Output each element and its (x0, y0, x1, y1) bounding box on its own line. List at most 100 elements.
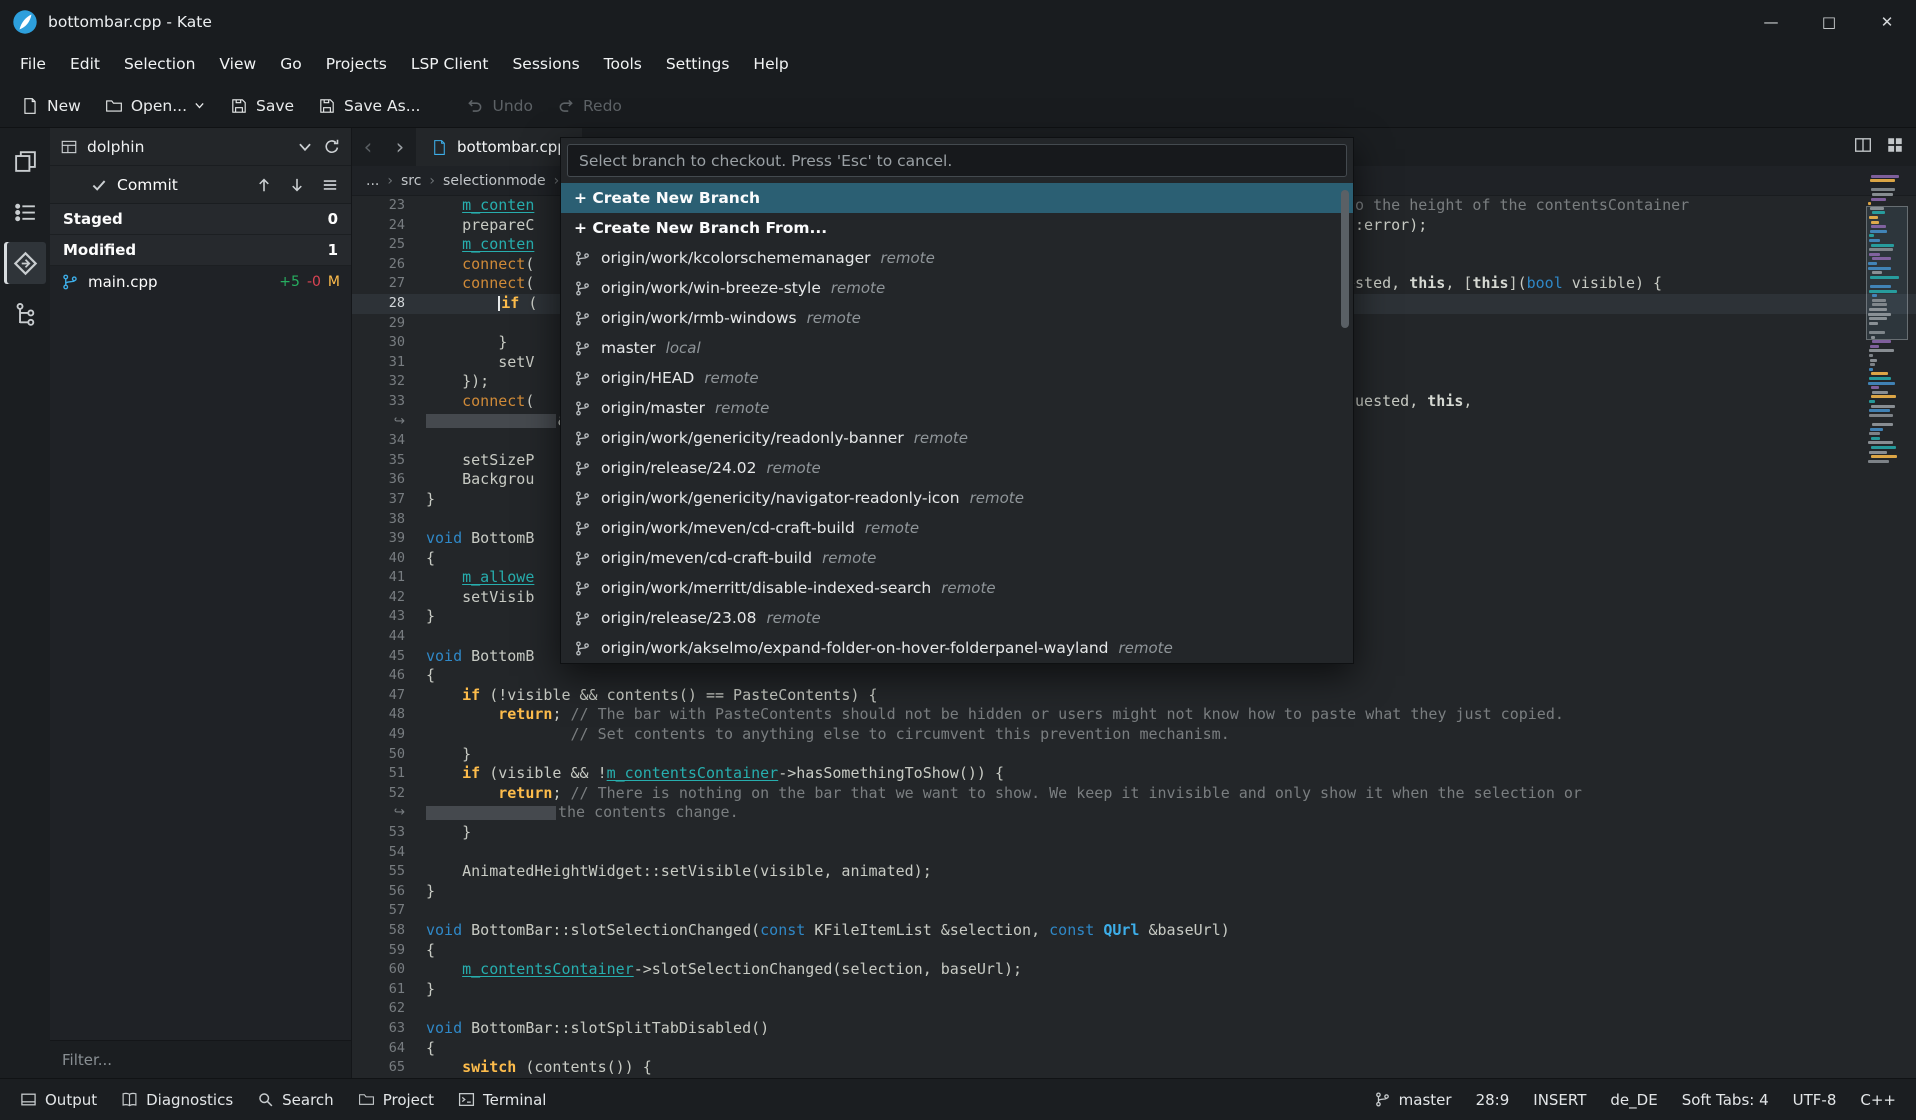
sidebar-tool-git[interactable] (4, 242, 46, 284)
code-line[interactable]: ↪the contents change. (352, 803, 1916, 823)
filter-input[interactable] (62, 1051, 339, 1069)
menu-tools[interactable]: Tools (592, 44, 654, 84)
menu-sessions[interactable]: Sessions (500, 44, 591, 84)
branch-item[interactable]: origin/work/akselmo/expand-folder-on-hov… (561, 633, 1353, 663)
branch-item[interactable]: origin/work/genericity/readonly-bannerre… (561, 423, 1353, 453)
statusbar-project[interactable]: Project (346, 1079, 446, 1120)
menu-settings[interactable]: Settings (654, 44, 742, 84)
open-button[interactable]: Open... (94, 90, 217, 122)
git-push-icon[interactable] (255, 176, 273, 194)
code-line[interactable]: 46{ (352, 666, 1916, 686)
branch-item[interactable]: origin/work/win-breeze-styleremote (561, 273, 1353, 303)
commit-button[interactable]: Commit (90, 176, 178, 194)
maximize-button[interactable]: □ (1800, 0, 1858, 44)
code-line[interactable]: 57 (352, 901, 1916, 921)
close-button[interactable]: ✕ (1858, 0, 1916, 44)
sidebar-tool-filesystem[interactable] (4, 293, 46, 335)
undo-button[interactable]: Undo (455, 90, 544, 122)
branch-item[interactable]: origin/work/merritt/disable-indexed-sear… (561, 573, 1353, 603)
code-line[interactable]: 60 m_contentsContainer->slotSelectionCha… (352, 960, 1916, 980)
statusbar-encoding[interactable]: UTF-8 (1781, 1091, 1849, 1109)
sidebar-tool-symbols[interactable] (4, 191, 46, 233)
code-line[interactable]: 47 if (!visible && contents() == PasteCo… (352, 686, 1916, 706)
code-line[interactable]: 61} (352, 980, 1916, 1000)
menu-selection[interactable]: Selection (112, 44, 207, 84)
code-line[interactable]: 62 (352, 999, 1916, 1019)
menu-file[interactable]: File (8, 44, 58, 84)
branch-item[interactable]: origin/work/kcolorschememanagerremote (561, 243, 1353, 273)
branch-item[interactable]: masterlocal (561, 333, 1353, 363)
sidebar-tool-documents[interactable] (4, 140, 46, 182)
code-line[interactable]: 52 return; // There is nothing on the ba… (352, 784, 1916, 804)
menu-projects[interactable]: Projects (314, 44, 399, 84)
breadcrumb-item[interactable]: src (401, 173, 421, 189)
git-pull-icon[interactable] (288, 176, 306, 194)
statusbar-terminal[interactable]: Terminal (446, 1079, 558, 1120)
modified-file-row[interactable]: main.cpp +5 -0 M (50, 266, 351, 297)
code-line[interactable]: 59{ (352, 941, 1916, 961)
git-branch-icon (574, 550, 591, 567)
statusbar-git-branch[interactable]: master (1362, 1091, 1464, 1109)
menu-help[interactable]: Help (741, 44, 800, 84)
code-line[interactable]: 50 } (352, 745, 1916, 765)
code-line[interactable]: 55 AnimatedHeightWidget::setVisible(visi… (352, 862, 1916, 882)
minimize-button[interactable]: — (1742, 0, 1800, 44)
branch-item[interactable]: origin/work/genericity/navigator-readonl… (561, 483, 1353, 513)
code-line[interactable]: 48 return; // The bar with PasteContents… (352, 705, 1916, 725)
statusbar-cursor-position[interactable]: 28:9 (1464, 1091, 1522, 1109)
code-line[interactable]: 63void BottomBar::slotSplitTabDisabled() (352, 1019, 1916, 1039)
menu-view[interactable]: View (207, 44, 268, 84)
statusbar-highlight-mode[interactable]: C++ (1848, 1091, 1908, 1109)
branch-item[interactable]: origin/meven/cd-craft-buildremote (561, 543, 1353, 573)
git-menu-icon[interactable] (321, 176, 339, 194)
code-line[interactable]: 64{ (352, 1039, 1916, 1059)
code-line[interactable]: 53 } (352, 823, 1916, 843)
menu-go[interactable]: Go (268, 44, 314, 84)
branch-item[interactable]: origin/work/rmb-windowsremote (561, 303, 1353, 333)
tab-bottombar[interactable]: bottombar.cpp (416, 128, 582, 166)
redo-button[interactable]: Redo (546, 90, 633, 122)
statusbar-search[interactable]: Search (245, 1079, 346, 1120)
refresh-icon[interactable] (323, 138, 341, 156)
history-forward-button[interactable]: › (384, 128, 416, 166)
branch-action-item[interactable]: + Create New Branch (561, 183, 1353, 213)
menu-edit[interactable]: Edit (58, 44, 112, 84)
branch-item[interactable]: origin/release/24.02remote (561, 453, 1353, 483)
breadcrumb-item[interactable]: selectionmode (443, 173, 546, 189)
branch-scope-tag: remote (715, 399, 769, 417)
save-as-button[interactable]: Save As... (307, 90, 431, 122)
statusbar-diagnostics[interactable]: Diagnostics (109, 1079, 245, 1120)
minimap-line (1868, 460, 1889, 463)
branch-item[interactable]: origin/HEADremote (561, 363, 1353, 393)
line-number: 57 (352, 901, 416, 921)
split-view-button[interactable] (1854, 136, 1872, 158)
project-name[interactable]: dolphin (87, 138, 144, 156)
statusbar-output[interactable]: Output (8, 1079, 109, 1120)
breadcrumb-item[interactable]: ... (366, 173, 379, 189)
minimap[interactable] (1866, 170, 1908, 1076)
branch-item[interactable]: origin/release/23.08remote (561, 603, 1353, 633)
window-layout-button[interactable] (1886, 136, 1904, 158)
branch-search-input[interactable] (567, 144, 1347, 177)
new-button[interactable]: New (10, 90, 92, 122)
code-line[interactable]: 58void BottomBar::slotSelectionChanged(c… (352, 921, 1916, 941)
code-line[interactable]: 54 (352, 843, 1916, 863)
statusbar-input-mode[interactable]: INSERT (1521, 1091, 1598, 1109)
code-line[interactable]: 65 switch (contents()) { (352, 1058, 1916, 1078)
branch-item[interactable]: origin/masterremote (561, 393, 1353, 423)
code-text (416, 901, 1916, 921)
popup-scrollbar[interactable] (1341, 190, 1349, 328)
code-line[interactable]: 56} (352, 882, 1916, 902)
code-line[interactable]: 51 if (visible && !m_contentsContainer->… (352, 764, 1916, 784)
menu-lsp-client[interactable]: LSP Client (399, 44, 501, 84)
minimap-line (1869, 349, 1894, 352)
git-branch-icon (574, 280, 591, 297)
branch-item[interactable]: origin/work/meven/cd-craft-buildremote (561, 513, 1353, 543)
statusbar-tab-mode[interactable]: Soft Tabs: 4 (1670, 1091, 1781, 1109)
save-button[interactable]: Save (219, 90, 305, 122)
branch-action-item[interactable]: + Create New Branch From... (561, 213, 1353, 243)
history-back-button[interactable]: ‹ (352, 128, 384, 166)
statusbar-dictionary[interactable]: de_DE (1598, 1091, 1669, 1109)
chevron-down-icon[interactable] (296, 138, 314, 156)
code-line[interactable]: 49 // Set contents to anything else to c… (352, 725, 1916, 745)
